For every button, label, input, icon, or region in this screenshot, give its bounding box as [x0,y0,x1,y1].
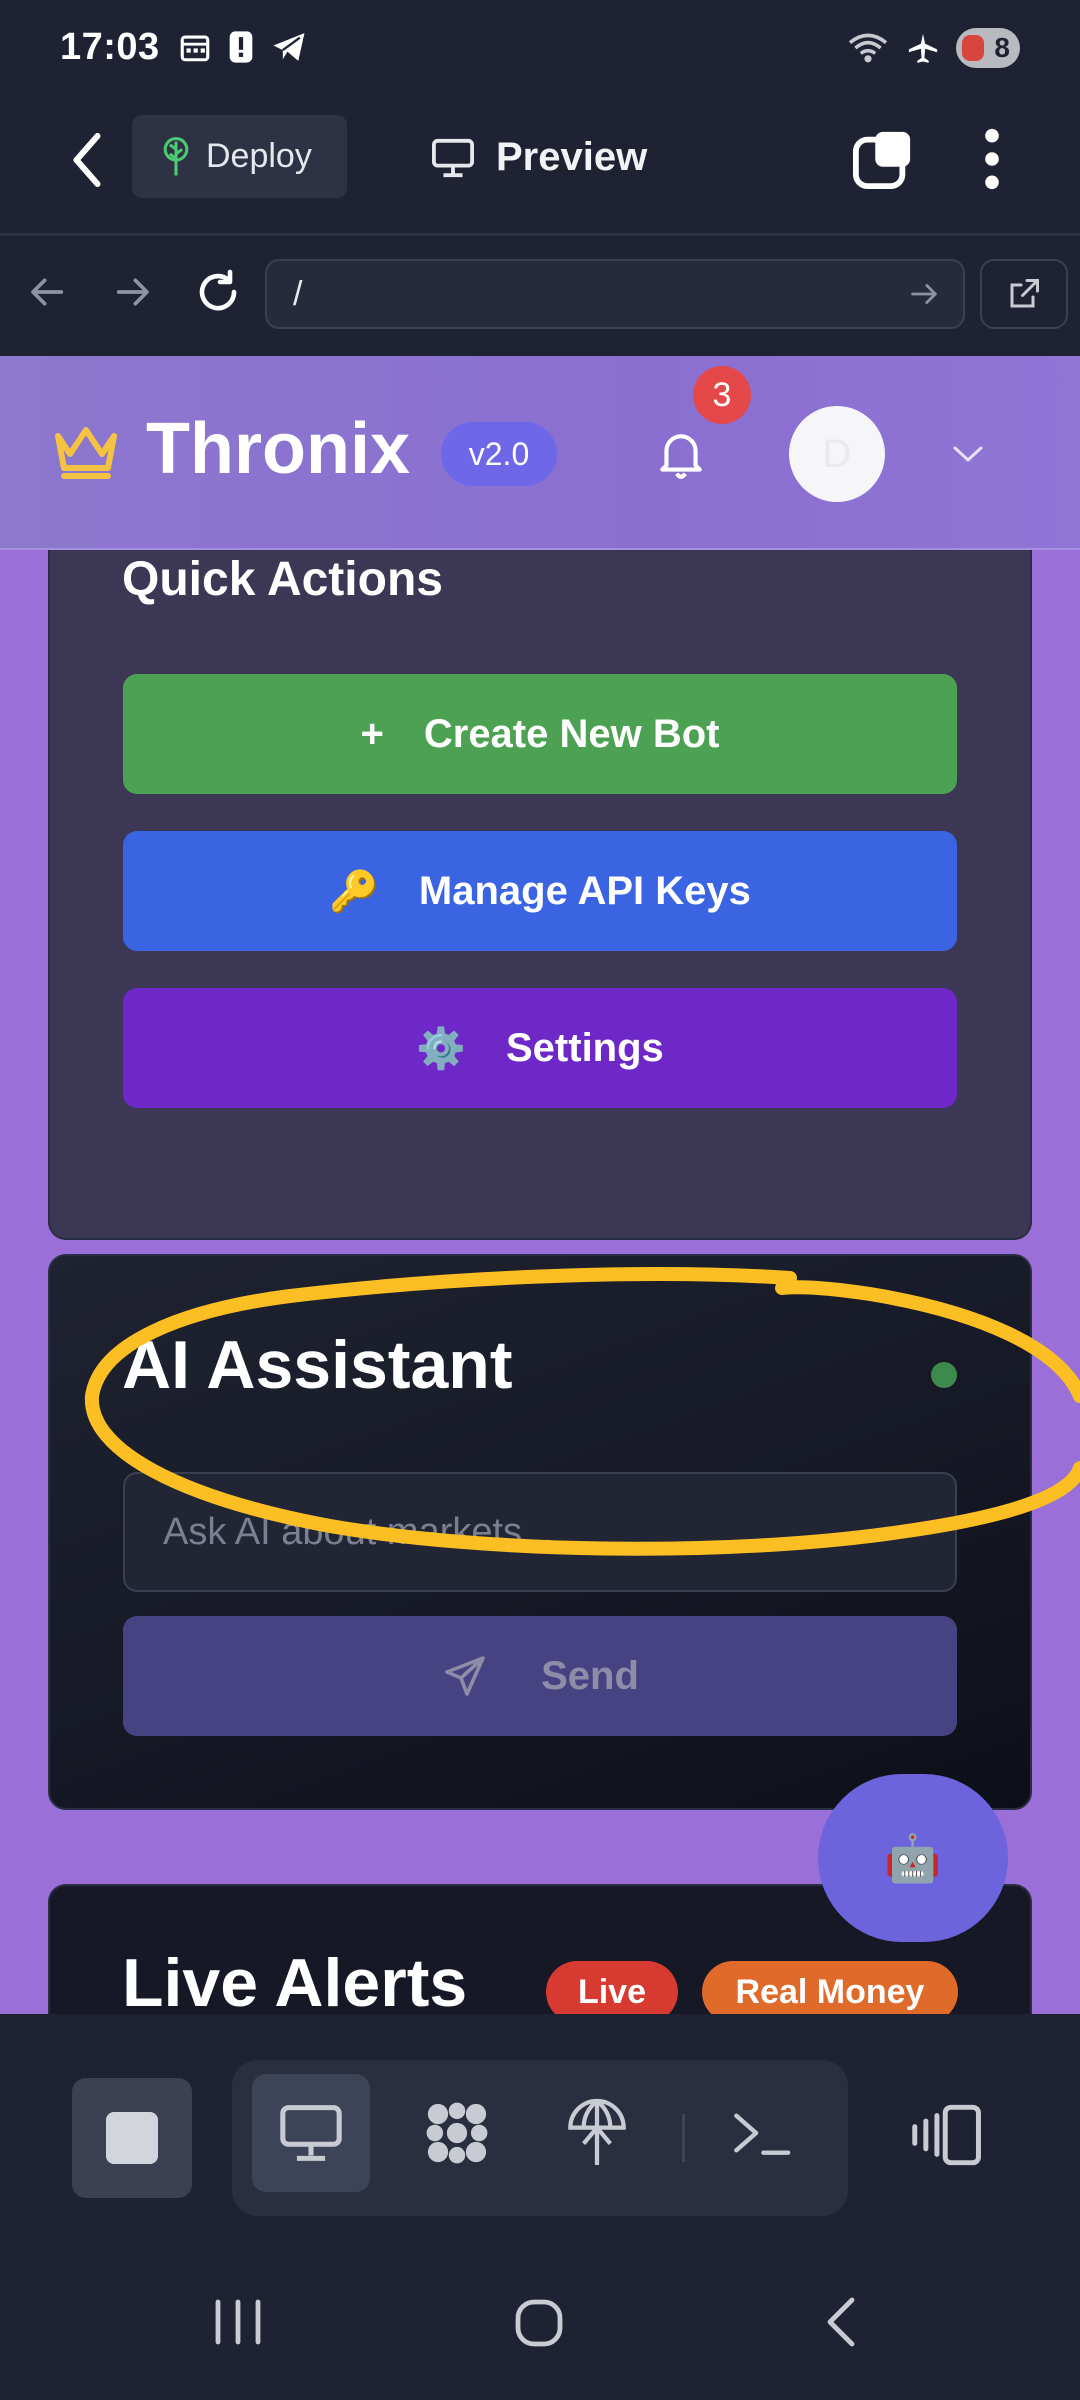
bell-icon[interactable] [656,428,706,482]
stop-icon [106,2112,158,2164]
monitor-icon [432,138,474,177]
system-nav-bar [0,2236,1080,2400]
open-external-icon [1010,279,1039,308]
app-toolbar: Deploy Preview [0,100,1080,235]
deploy-tab[interactable] [538,2074,656,2192]
system-back-icon[interactable] [824,2296,858,2348]
status-bar: 17:03 8 [0,0,1080,100]
back-icon[interactable] [62,130,112,190]
avatar-initial: D [822,431,852,476]
home-icon[interactable] [514,2298,564,2348]
tabs-icon[interactable] [852,128,914,190]
deploy-tree-icon [163,136,189,175]
quick-actions-title: Quick Actions [122,553,443,606]
ide-bottom-bar [0,2014,1080,2245]
avatar[interactable]: D [789,406,885,502]
stop-button[interactable] [72,2078,192,2198]
agent-tab[interactable] [398,2074,516,2192]
plus-icon: + [360,711,384,756]
status-time: 17:03 [60,26,160,68]
ai-question-input[interactable]: Ask AI about markets... [123,1472,957,1592]
notification-count-badge: 3 [693,366,751,424]
version-badge: v2.0 [441,422,557,486]
online-status-dot [931,1362,957,1388]
devices-icon [912,2104,981,2166]
deploy-label: Deploy [206,137,312,175]
live-alerts-title: Live Alerts [122,1945,468,2014]
url-input[interactable]: / [265,259,965,329]
recent-apps-icon[interactable] [210,2298,266,2346]
site-header: Thronix v2.0 3 D [0,356,1080,550]
live-badge: Live [546,1961,678,2014]
alert-icon [229,31,253,63]
settings-label: Settings [506,1025,664,1070]
url-go-icon[interactable] [907,277,941,311]
preview-button[interactable]: Preview [430,130,647,185]
send-label: Send [541,1653,639,1698]
monitor-icon [280,2105,342,2161]
browser-back-icon[interactable] [28,272,68,312]
gear-icon: ⚙️ [416,1026,466,1071]
battery-icon: 8 [956,28,1020,68]
terminal-icon [734,2113,791,2155]
url-bar: / [0,236,1080,356]
open-external-button[interactable] [980,259,1068,329]
more-menu-icon[interactable] [972,126,1012,192]
airplane-icon [908,33,938,63]
brand-name: Thronix [146,409,410,489]
url-text: / [293,274,303,313]
manage-api-keys-label: Manage API Keys [418,868,751,913]
key-icon: 🔑 [329,869,379,914]
crown-icon [55,427,117,479]
devices-button[interactable] [908,2090,988,2180]
create-new-bot-label: Create New Bot [423,711,720,756]
real-money-badge: Real Money [702,1961,958,2014]
ai-assistant-title: AI Assistant [122,1327,513,1403]
send-icon [445,1656,485,1696]
agent-icon [426,2102,488,2164]
telegram-icon [273,33,305,61]
chevron-down-icon[interactable] [951,442,985,466]
send-button[interactable]: Send [123,1616,957,1736]
manage-api-keys-button[interactable]: 🔑 Manage API Keys [123,831,957,951]
reload-icon[interactable] [194,268,242,316]
calendar-icon [180,35,210,62]
deploy-icon [568,2098,626,2165]
web-preview: Quick Actions + Create New Bot 🔑 Manage … [0,356,1080,2014]
browser-forward-icon[interactable] [112,272,152,312]
create-new-bot-button[interactable]: + Create New Bot [123,674,957,794]
deploy-button[interactable]: Deploy [132,115,347,198]
tool-separator [682,2114,685,2162]
ai-input-placeholder: Ask AI about markets... [163,1510,554,1553]
settings-button[interactable]: ⚙️ Settings [123,988,957,1108]
robot-icon: 🤖 [884,1831,942,1884]
webview-tab[interactable] [252,2074,370,2192]
tool-group [232,2060,848,2216]
ai-chat-fab[interactable]: 🤖 [818,1774,1008,1942]
shell-tab[interactable] [702,2074,820,2192]
wifi-icon [848,33,888,63]
preview-label: Preview [496,135,648,179]
